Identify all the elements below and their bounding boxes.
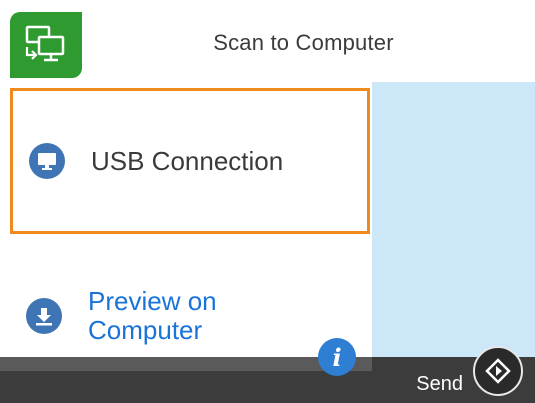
right-panel [372,82,535,368]
preview-label-line1: Preview on [88,286,217,316]
monitor-icon [29,143,65,179]
send-label: Send [416,372,463,395]
page-title: Scan to Computer [213,30,394,55]
preview-label-line2: Computer [88,315,203,345]
preview-on-computer-label: Preview on Computer [88,287,288,345]
start-diamond-icon[interactable] [473,346,523,396]
download-icon [26,298,62,334]
send-button[interactable]: Send [416,346,523,396]
usb-connection-label: USB Connection [91,145,284,176]
header: Scan to Computer [0,0,535,82]
preview-on-computer-item[interactable]: Preview on Computer [10,272,372,360]
usb-connection-item[interactable]: USB Connection [10,88,370,234]
scan-to-computer-screen: Scan to Computer USB Connection Preview … [0,0,535,403]
info-icon[interactable]: i [318,338,356,376]
connection-list: USB Connection Preview on Computer [0,82,372,368]
